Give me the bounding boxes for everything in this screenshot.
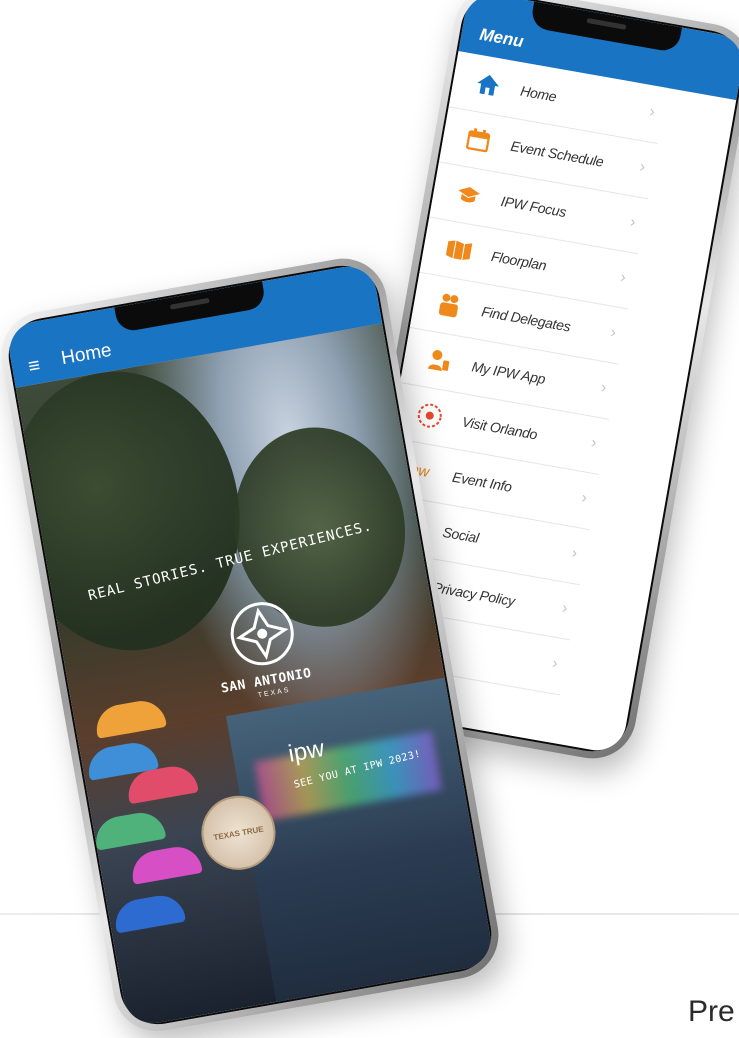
chevron-right-icon: › (638, 158, 647, 177)
chevron-right-icon: › (589, 434, 598, 452)
person-icon (424, 345, 454, 375)
chevron-right-icon: › (628, 213, 637, 232)
chevron-right-icon: › (609, 323, 618, 342)
menu-item-label: Find Delegates (480, 303, 572, 335)
menu-item-label: Social (441, 523, 480, 546)
menu-item-label: My IPW App (470, 358, 547, 388)
chevron-right-icon: › (618, 268, 628, 287)
umbrella (92, 808, 167, 851)
orlando-logo-icon (415, 401, 445, 431)
menu-item-label: Event Info (451, 468, 514, 495)
menu-item-label: Home (519, 82, 558, 105)
house-icon (473, 70, 503, 100)
umbrella (92, 697, 167, 739)
san-antonio-logo-icon (230, 602, 294, 666)
umbrella (111, 891, 187, 934)
menu-item-label: Visit Orlando (460, 413, 539, 443)
graduation-cap-icon (454, 180, 484, 210)
people-icon (434, 290, 464, 320)
cropped-footer-text: Pre (688, 995, 735, 1028)
chevron-right-icon: › (599, 379, 608, 397)
map-icon (444, 235, 474, 265)
menu-title: Menu (478, 24, 526, 52)
chevron-right-icon: › (648, 103, 657, 121)
hamburger-icon[interactable]: ≡ (26, 354, 41, 379)
speaker (169, 297, 210, 310)
speaker (586, 17, 627, 30)
menu-item-label: Privacy Policy (431, 578, 517, 610)
menu-item-label: Floorplan (490, 248, 548, 274)
chevron-right-icon: › (550, 654, 560, 673)
menu-item-label: Event Schedule (509, 137, 605, 170)
menu-item-label: IPW Focus (499, 192, 568, 221)
home-title: Home (59, 339, 114, 370)
calendar-icon (463, 125, 493, 155)
chevron-right-icon: › (560, 599, 569, 618)
chevron-right-icon: › (580, 489, 589, 508)
umbrella (128, 843, 203, 885)
chevron-right-icon: › (570, 544, 579, 563)
